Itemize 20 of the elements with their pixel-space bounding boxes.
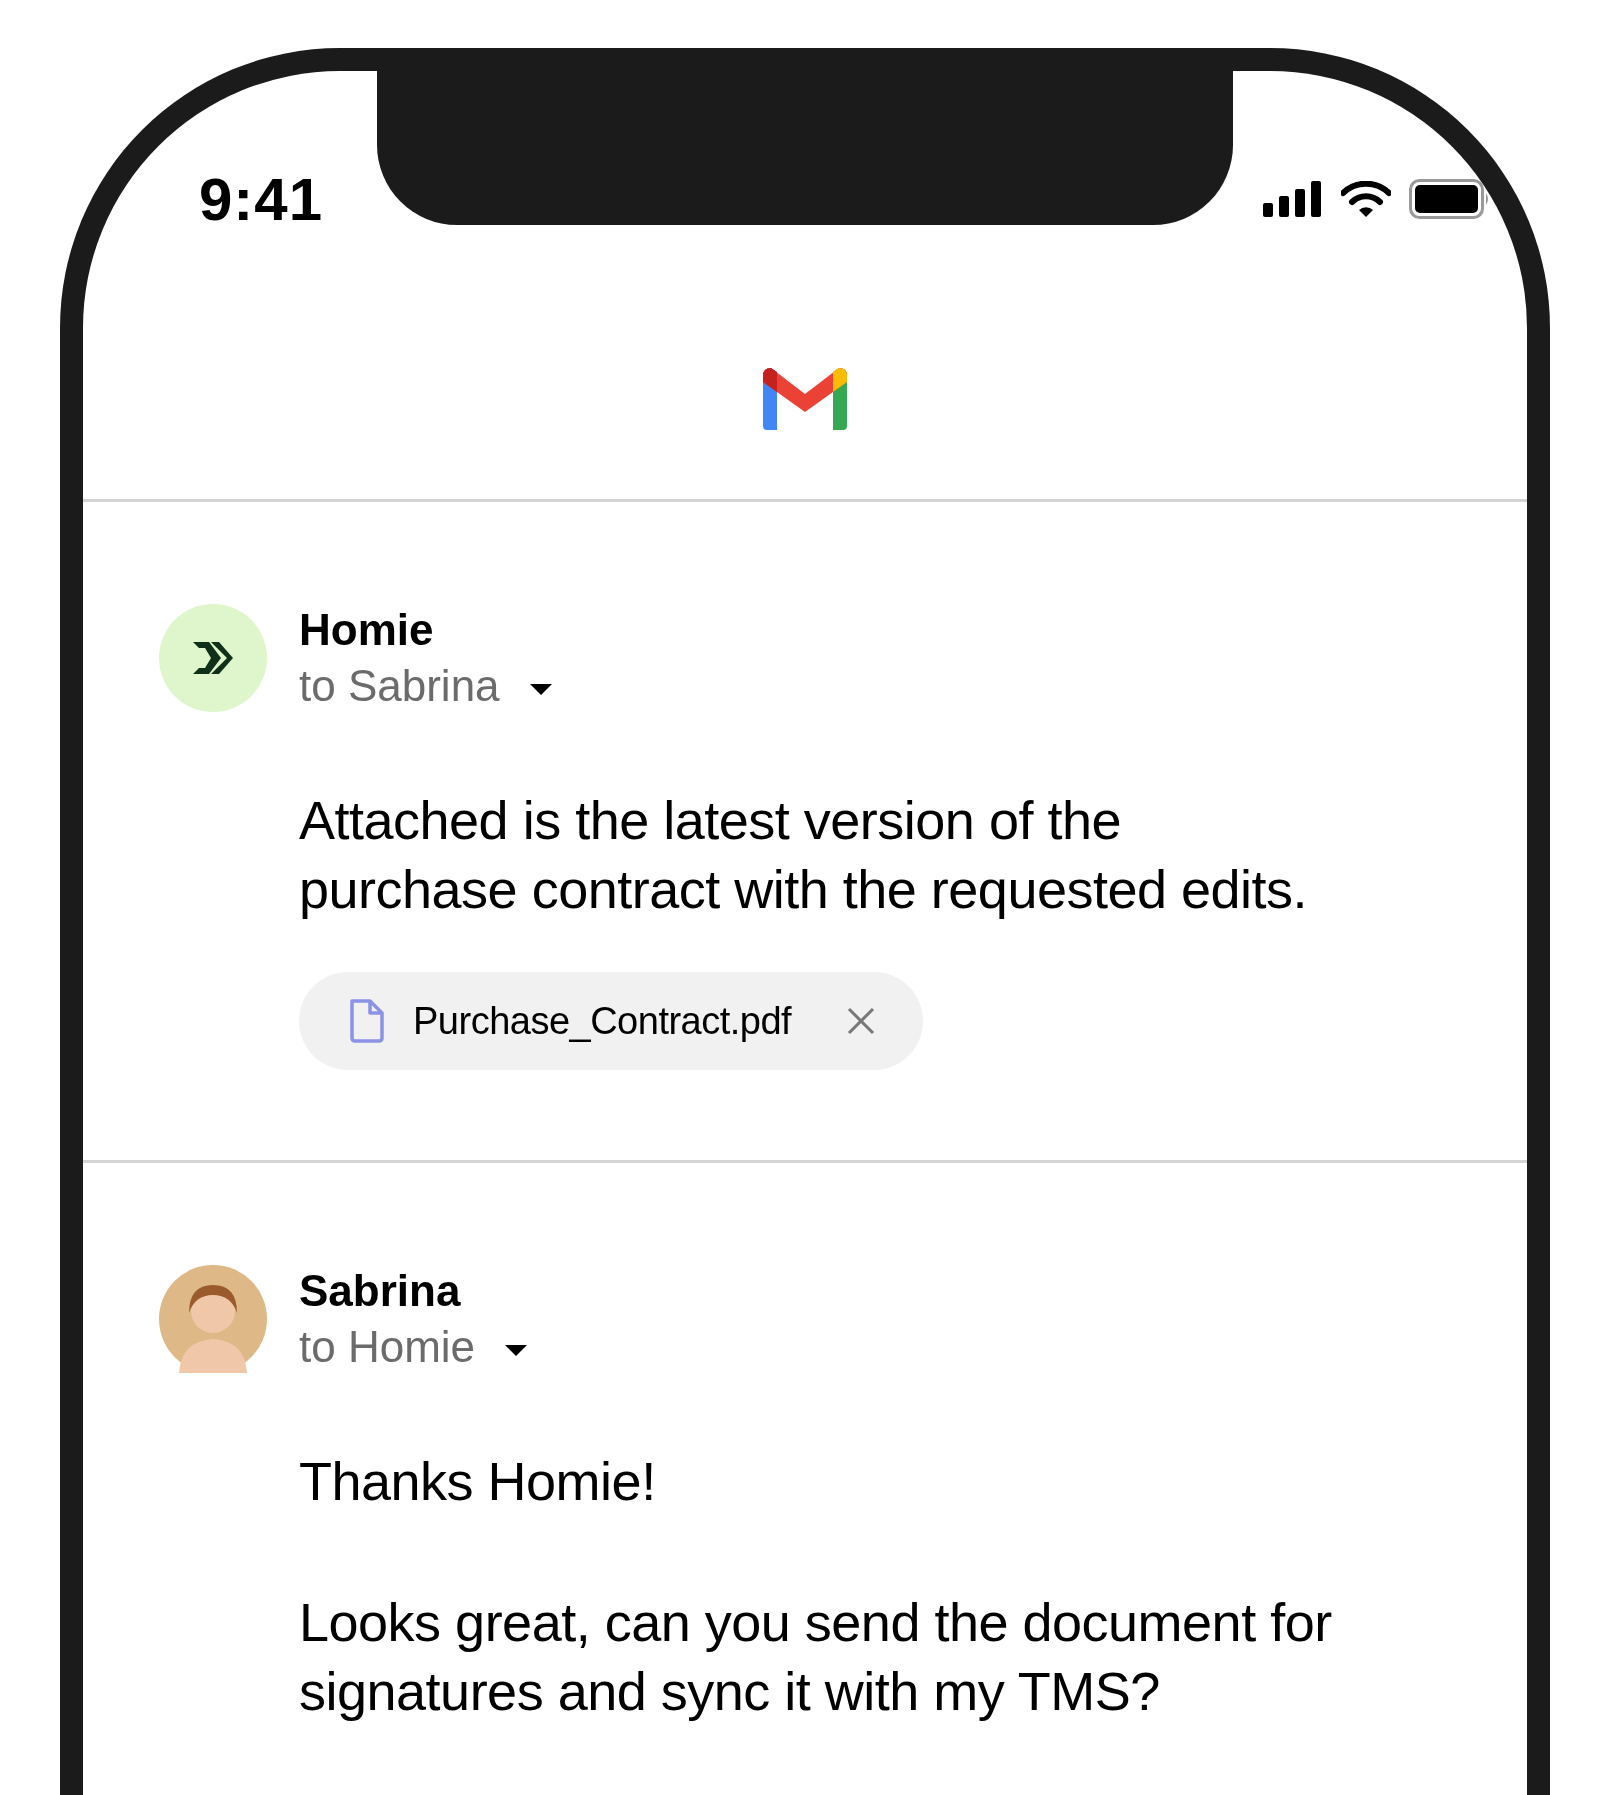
sender-name: Sabrina: [299, 1265, 462, 1317]
signal-icon: [1263, 181, 1323, 217]
message-text: Attached is the latest version of the purchase contract with the requested edits.: [299, 789, 1309, 921]
status-time: 9:41: [199, 164, 324, 234]
attachment-chip[interactable]: Purchase_Contract.pdf: [299, 972, 924, 1070]
attachment-name: Purchase_Contract.pdf: [413, 999, 792, 1043]
avatar-icon: [159, 1265, 267, 1373]
avatar-icon: [159, 604, 267, 712]
close-icon[interactable]: [847, 1007, 876, 1035]
recipients-text: to Homie: [299, 1321, 476, 1373]
recipients-text: to Sabrina: [299, 660, 500, 712]
gmail-logo-icon: [763, 368, 847, 430]
battery-icon: [1409, 179, 1491, 219]
file-icon: [349, 998, 385, 1044]
caret-icon[interactable]: [529, 683, 552, 695]
caret-icon[interactable]: [505, 1344, 528, 1356]
message-text: Looks great, can you send the document for signatures and sync it with my TMS?: [299, 1591, 1333, 1723]
sender-name: Homie: [299, 604, 435, 656]
message-text: Thanks Homie!: [299, 1450, 657, 1513]
wifi-icon: [1341, 181, 1391, 217]
